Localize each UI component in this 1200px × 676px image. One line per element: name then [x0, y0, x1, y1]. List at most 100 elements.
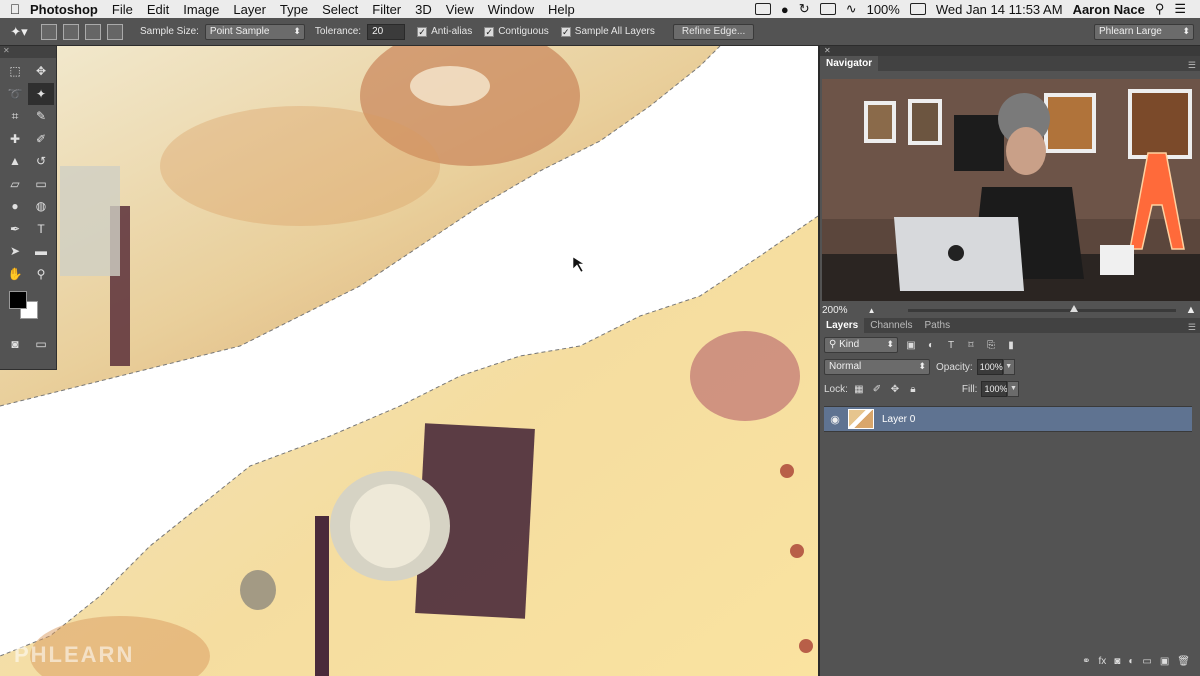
display-icon[interactable] [819, 3, 836, 15]
refine-edge-button[interactable]: Refine Edge... [672, 23, 755, 40]
app-menu[interactable]: Photoshop [30, 2, 98, 17]
workspace-select[interactable]: Phlearn Large [1094, 24, 1194, 40]
zoom-slider-thumb[interactable] [1069, 304, 1078, 312]
adjustment-layer-icon[interactable]: ◐ [1128, 656, 1134, 672]
new-group-icon[interactable]: ▭ [1142, 656, 1151, 672]
zoom-in-icon[interactable]: ▲ [1186, 304, 1197, 316]
menu-layer[interactable]: Layer [233, 2, 266, 17]
layer-name[interactable]: Layer 0 [882, 414, 915, 425]
opacity-input[interactable]: 100% [976, 359, 1003, 375]
lock-all-icon[interactable]: 🔒︎ [906, 382, 920, 396]
menu-help[interactable]: Help [548, 2, 575, 17]
eyedropper-tool-icon[interactable]: ✎ [28, 105, 54, 128]
filter-toggle-icon[interactable]: ▮ [1004, 338, 1018, 352]
tools-panel-header[interactable]: ✕ [0, 46, 56, 58]
layer-style-icon[interactable]: fx [1099, 656, 1107, 672]
gradient-tool-icon[interactable]: ▭ [28, 173, 54, 196]
smart-object-filter-icon[interactable]: ⎘ [984, 338, 998, 352]
add-mask-icon[interactable]: ◙ [1114, 656, 1120, 672]
shape-filter-icon[interactable]: ⌑ [964, 338, 978, 352]
visibility-eye-icon[interactable]: ◉ [824, 413, 846, 426]
tab-channels[interactable]: Channels [864, 318, 918, 333]
rectangle-tool-icon[interactable]: ▬ [28, 240, 54, 263]
type-filter-icon[interactable]: T [944, 338, 958, 352]
tab-paths[interactable]: Paths [919, 318, 957, 333]
navigator-zoom-slider[interactable] [907, 304, 1176, 312]
crop-tool-icon[interactable]: ⌗ [2, 105, 28, 128]
opacity-dropdown-icon[interactable]: ▼ [1002, 359, 1015, 375]
lasso-tool-icon[interactable]: ➰ [2, 83, 28, 106]
screen-mode-icon[interactable]: ▭ [28, 333, 54, 356]
menu-edit[interactable]: Edit [147, 2, 169, 17]
fill-dropdown-icon[interactable]: ▼ [1007, 381, 1020, 397]
history-brush-tool-icon[interactable]: ↺ [28, 150, 54, 173]
menu-3d[interactable]: 3D [415, 2, 432, 17]
magic-wand-tool-icon[interactable]: ✦ [28, 82, 54, 105]
navigator-preview[interactable] [822, 79, 1200, 301]
tab-navigator[interactable]: Navigator [820, 56, 879, 71]
layer-thumbnail[interactable] [848, 409, 874, 429]
hand-tool-icon[interactable]: ✋ [2, 263, 28, 286]
brush-tool-icon[interactable]: ✐ [28, 128, 54, 151]
delete-layer-icon[interactable]: 🗑︎ [1177, 656, 1190, 672]
quick-mask-icon[interactable]: ◙ [2, 333, 28, 356]
sample-all-layers-checkbox[interactable]: ✓ Sample All Layers [560, 26, 655, 37]
add-to-selection-icon[interactable] [63, 23, 79, 40]
intersect-selection-icon[interactable] [107, 23, 123, 40]
tab-layers[interactable]: Layers [820, 318, 865, 333]
zoom-tool-icon[interactable]: ⚲ [28, 263, 54, 286]
new-layer-icon[interactable]: ▣ [1160, 656, 1169, 672]
navigator-zoom-value[interactable]: 200% [822, 305, 848, 316]
notification-list-icon[interactable]: ☰ [1174, 1, 1186, 17]
battery-level[interactable]: 100% [867, 2, 900, 17]
marquee-tool-icon[interactable]: ⬚ [2, 60, 28, 83]
link-layers-icon[interactable]: ⚭ [1082, 656, 1090, 672]
new-selection-icon[interactable] [41, 23, 57, 40]
move-tool-icon[interactable]: ✥ [28, 60, 54, 83]
menu-select[interactable]: Select [322, 2, 358, 17]
pixel-filter-icon[interactable]: ▣ [904, 338, 918, 352]
lock-image-icon[interactable]: ✐ [870, 382, 884, 396]
subtract-from-selection-icon[interactable] [85, 23, 101, 40]
user-name[interactable]: Aaron Nace [1073, 2, 1145, 17]
layers-panel-menu-icon[interactable]: ☰ [1188, 322, 1200, 333]
document-canvas[interactable]: PHLEARN [0, 46, 818, 676]
clock[interactable]: Wed Jan 14 11:53 AM [936, 2, 1063, 17]
menu-filter[interactable]: Filter [372, 2, 401, 17]
menu-file[interactable]: File [112, 2, 133, 17]
contiguous-checkbox[interactable]: ✓ Contiguous [484, 26, 549, 37]
anti-alias-checkbox[interactable]: ✓ Anti-alias [417, 26, 472, 37]
magic-wand-preset-icon[interactable]: ✦▾ [0, 21, 38, 43]
path-selection-tool-icon[interactable]: ➤ [2, 240, 28, 263]
screen-record-icon[interactable] [754, 3, 771, 15]
sample-size-select[interactable]: Point Sample [204, 23, 305, 40]
sync-icon[interactable]: ↻ [799, 1, 810, 17]
creative-cloud-icon[interactable]: ● [781, 2, 789, 17]
lock-transparent-icon[interactable]: ▦ [852, 382, 866, 396]
panel-dock-header[interactable]: ✕ [820, 46, 1200, 56]
blur-tool-icon[interactable]: ● [2, 195, 28, 218]
layer-kind-filter[interactable]: ⚲ Kind [824, 337, 898, 353]
foreground-color-swatch[interactable] [9, 291, 27, 309]
eraser-tool-icon[interactable]: ▱ [2, 173, 28, 196]
zoom-out-icon[interactable]: ▲ [868, 306, 876, 315]
spotlight-search-icon[interactable]: ⚲ [1155, 1, 1165, 17]
menu-window[interactable]: Window [488, 2, 534, 17]
menu-type[interactable]: Type [280, 2, 308, 17]
clone-stamp-tool-icon[interactable]: ▲ [2, 150, 28, 173]
menu-view[interactable]: View [446, 2, 474, 17]
healing-brush-tool-icon[interactable]: ✚ [2, 128, 28, 151]
wifi-icon[interactable]: ∿ [846, 1, 857, 17]
adjustment-filter-icon[interactable]: ◐ [924, 338, 938, 352]
dodge-tool-icon[interactable]: ◍ [28, 195, 54, 218]
type-tool-icon[interactable]: T [28, 218, 54, 241]
pen-tool-icon[interactable]: ✒ [2, 218, 28, 241]
layer-row[interactable]: ◉ Layer 0 [824, 406, 1192, 432]
blend-mode-select[interactable]: Normal [824, 359, 930, 375]
panel-menu-icon[interactable]: ☰ [1188, 60, 1200, 71]
tolerance-input[interactable]: 20 [367, 23, 406, 40]
menu-image[interactable]: Image [183, 2, 219, 17]
lock-position-icon[interactable]: ✥ [888, 382, 902, 396]
apple-menu-icon[interactable]:  [0, 1, 30, 17]
fill-input[interactable]: 100% [981, 381, 1008, 397]
